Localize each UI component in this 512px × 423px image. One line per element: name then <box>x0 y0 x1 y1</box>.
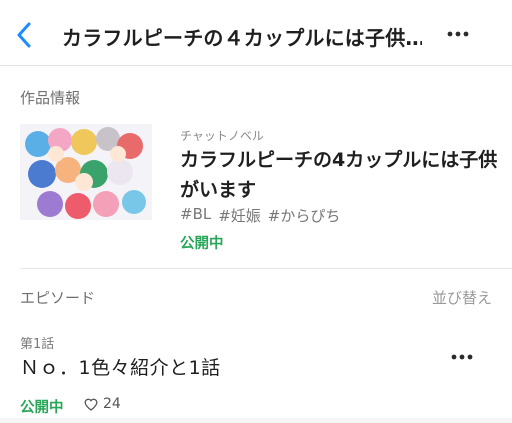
episode-status-badge: 公開中 <box>20 400 64 416</box>
episode-number: 第1話 <box>20 337 55 352</box>
episode-list-item[interactable]: 第1話 Ｎｏ．1色々紹介と1話 公開中 24 <box>0 325 512 423</box>
likes-count: 24 <box>103 396 121 412</box>
top-bar: カラフルピーチの４カップルには子供… <box>0 0 512 66</box>
tag-pregnancy[interactable]: #妊娠 <box>218 205 261 226</box>
sort-button[interactable]: 並び替え <box>432 287 492 308</box>
header-more-button[interactable] <box>444 24 472 44</box>
episode-likes: 24 <box>84 396 121 412</box>
page-title: カラフルピーチの４カップルには子供… <box>62 26 422 50</box>
tag-list: #BL #妊娠 #からぴち <box>180 205 340 226</box>
back-button[interactable] <box>10 20 38 50</box>
episode-more-button[interactable] <box>448 347 476 367</box>
work-cover-image[interactable] <box>20 124 152 220</box>
work-status-badge: 公開中 <box>180 236 224 252</box>
cover-illustration <box>20 124 152 220</box>
more-horizontal-icon <box>451 354 473 360</box>
chevron-left-icon <box>17 22 31 48</box>
work-title-line-2: がいます <box>180 179 257 201</box>
work-title-line-1: カラフルピーチの4カップルには子供 <box>180 149 498 171</box>
episode-title: Ｎｏ．1色々紹介と1話 <box>20 357 221 379</box>
tag-karapichi[interactable]: #からぴち <box>268 205 341 226</box>
episodes-section-label: エピソード <box>20 289 96 307</box>
bottom-edge <box>0 418 512 423</box>
heart-outline-icon <box>84 398 98 411</box>
work-kind-label: チャットノベル <box>180 129 264 143</box>
work-info-section-label: 作品情報 <box>20 89 81 107</box>
section-divider <box>20 268 512 269</box>
more-horizontal-icon <box>447 31 469 37</box>
work-title[interactable]: カラフルピーチの4カップルには子供 がいます <box>180 145 500 205</box>
tag-bl[interactable]: #BL <box>180 205 211 226</box>
